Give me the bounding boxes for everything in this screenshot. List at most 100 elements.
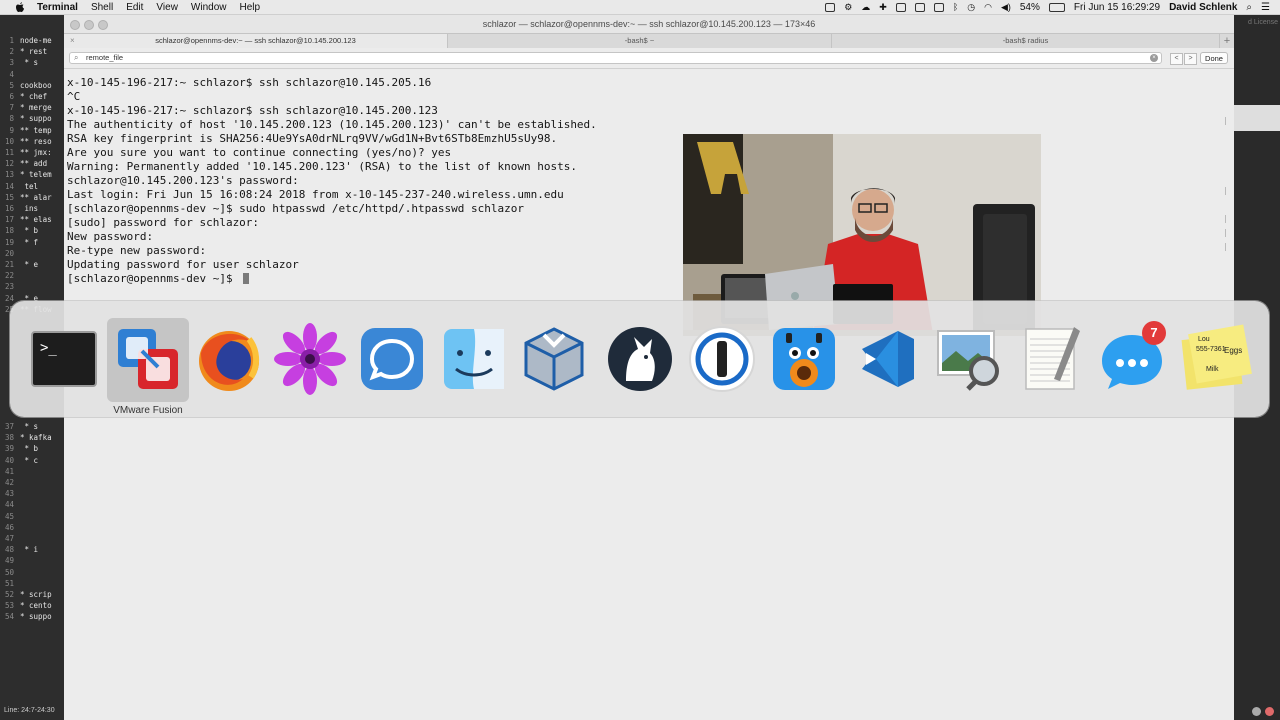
airplay-icon[interactable] (933, 2, 944, 12)
photo-icon[interactable] (914, 2, 925, 12)
dock-app-firefox[interactable] (193, 323, 265, 395)
dock-app-tweetbot[interactable] (768, 323, 840, 395)
editor-line[interactable]: 42 (0, 478, 64, 488)
terminal-line: [schlazor@opennms-dev ~]$ (67, 272, 240, 285)
signal-icon (361, 328, 423, 390)
line-number: 10 (4, 136, 14, 146)
dock-app-virtualbox[interactable] (518, 323, 590, 395)
editor-line[interactable]: 46 (0, 523, 64, 533)
menu-view[interactable]: View (156, 2, 178, 13)
editor-line[interactable]: 38 * kafka (0, 433, 64, 443)
bluetooth-icon[interactable]: ᛒ (953, 2, 958, 12)
line-text: * c (20, 455, 39, 465)
find-prev-button[interactable]: < (1170, 53, 1183, 65)
editor-line[interactable]: 6 * chef (0, 92, 64, 102)
notification-center-icon[interactable]: ☰ (1261, 2, 1270, 13)
editor-line[interactable]: 44 (0, 500, 64, 510)
dock: >_ VMware Fusion 7 Lou 555-7361 Eggs Mil… (10, 301, 1269, 417)
editor-line[interactable]: 16 ins (0, 204, 64, 214)
editor-line[interactable]: 40 * c (0, 456, 64, 466)
dock-app-terminal[interactable]: >_ (28, 323, 100, 395)
spotlight-icon[interactable]: ⌕ (1246, 2, 1252, 13)
editor-line[interactable]: 39 * b (0, 444, 64, 454)
volume-icon[interactable]: ◀) (1001, 2, 1011, 13)
editor-line[interactable]: 3 * s (0, 58, 64, 68)
apple-icon[interactable] (13, 1, 27, 13)
dock-app-preview[interactable] (932, 323, 1004, 395)
editor-line[interactable]: 51 (0, 579, 64, 589)
wifi-icon[interactable]: ◠ (984, 2, 992, 13)
status-icon-a[interactable] (825, 2, 836, 12)
editor-line[interactable]: 37 * s (0, 422, 64, 432)
editor-line[interactable]: 53 * cento (0, 601, 64, 611)
editor-line[interactable]: 23 (0, 282, 64, 292)
dock-app-stickies[interactable]: Lou 555-7361 Eggs Milk (1176, 323, 1252, 395)
menu-terminal[interactable]: Terminal (37, 2, 78, 13)
find-next-button[interactable]: > (1184, 53, 1197, 65)
editor-line[interactable]: 12 ** add (0, 159, 64, 169)
find-done-button[interactable]: Done (1200, 52, 1228, 64)
editor-line[interactable]: 10 ** reso (0, 137, 64, 147)
tab-close-icon[interactable]: × (70, 34, 75, 48)
cloud-icon[interactable]: ☁ (861, 2, 870, 13)
tab-bash-radius[interactable]: -bash$ radius (832, 34, 1220, 48)
editor-line[interactable]: 49 (0, 556, 64, 566)
dock-app-goat[interactable] (604, 323, 676, 395)
editor-line[interactable]: 18 * b (0, 226, 64, 236)
editor-line[interactable]: 21 * e (0, 260, 64, 270)
editor-line[interactable]: 2 * rest (0, 47, 64, 57)
new-tab-button[interactable]: + (1220, 34, 1234, 48)
clear-icon[interactable]: × (1150, 54, 1158, 62)
clock[interactable]: Fri Jun 15 16:29:29 (1074, 2, 1160, 13)
editor-line[interactable]: 22 (0, 271, 64, 281)
battery-icon[interactable] (1048, 2, 1065, 12)
editor-line[interactable]: 17 ** elas (0, 215, 64, 225)
control-dot[interactable] (1252, 707, 1261, 716)
line-text: * e (20, 260, 39, 269)
editor-line[interactable]: 41 (0, 467, 64, 477)
editor-line[interactable]: 11 ** jmx: (0, 148, 64, 158)
editor-line[interactable]: 7 * merge (0, 103, 64, 113)
find-input[interactable]: ⌕ remote_file × (69, 52, 1162, 64)
display-icon[interactable] (895, 2, 906, 12)
editor-line[interactable]: 47 (0, 534, 64, 544)
editor-line[interactable]: 52 * scrip (0, 590, 64, 600)
dock-app-vscode[interactable] (852, 323, 924, 395)
editor-line[interactable]: 4 (0, 70, 64, 80)
menu-window[interactable]: Window (191, 2, 227, 13)
editor-line[interactable]: 14 tel (0, 182, 64, 192)
menu-edit[interactable]: Edit (126, 2, 143, 13)
timemachine-icon[interactable]: ◷ (967, 2, 975, 13)
editor-line[interactable]: 1 node-me (0, 36, 64, 46)
menu-help[interactable]: Help (240, 2, 261, 13)
editor-line[interactable]: 15 ** alar (0, 193, 64, 203)
user-name[interactable]: David Schlenk (1169, 2, 1237, 13)
editor-line[interactable]: 48 * i (0, 545, 64, 555)
gear-icon[interactable]: ⚙ (844, 2, 852, 13)
tab-bash-home[interactable]: -bash$ ~ (448, 34, 832, 48)
record-dot[interactable] (1265, 707, 1274, 716)
editor-line[interactable]: 9 ** temp (0, 126, 64, 136)
crosshair-icon[interactable]: ✚ (879, 2, 887, 13)
editor-line[interactable]: 50 (0, 568, 64, 578)
tab-label: -bash$ ~ (624, 36, 655, 45)
dock-app-1password[interactable] (686, 323, 758, 395)
tab-ssh[interactable]: × schlazor@opennms-dev:~ — ssh schlazor@… (64, 34, 448, 48)
dock-app-signal[interactable] (356, 323, 428, 395)
editor-line[interactable]: 43 (0, 489, 64, 499)
editor-line[interactable]: 13 * telem (0, 170, 64, 180)
editor-line[interactable]: 45 (0, 512, 64, 522)
dock-app-vmware-fusion[interactable] (107, 318, 189, 402)
editor-line[interactable]: 19 * f (0, 238, 64, 248)
dock-app-textedit[interactable] (1016, 323, 1088, 395)
editor-line[interactable]: 8 * suppo (0, 114, 64, 124)
line-number: 37 (4, 422, 14, 431)
dock-app-flower[interactable] (274, 323, 346, 395)
editor-line[interactable]: 54 * suppo (0, 612, 64, 622)
editor-line[interactable]: 5 cookboo (0, 81, 64, 91)
dock-app-messages[interactable]: 7 (1096, 321, 1168, 395)
menu-shell[interactable]: Shell (91, 2, 113, 13)
battery-percent[interactable]: 54% (1020, 2, 1040, 13)
dock-app-finder[interactable] (438, 323, 510, 395)
editor-line[interactable]: 20 (0, 249, 64, 259)
